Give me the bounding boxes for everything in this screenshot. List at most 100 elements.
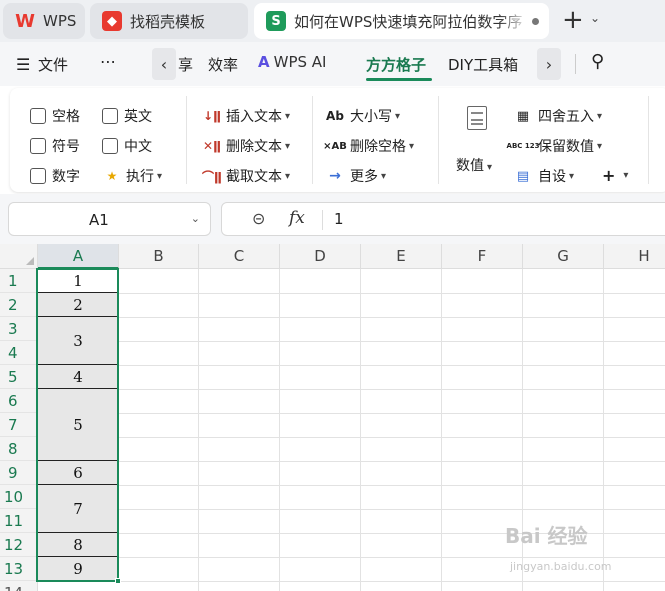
cell-a13[interactable]: 9: [38, 557, 118, 581]
cell-a9[interactable]: 6: [38, 461, 118, 485]
plus-icon: +: [602, 166, 616, 185]
triangle-icon: [26, 257, 34, 265]
row-header-3[interactable]: 3: [0, 317, 38, 341]
tab-fade: [499, 3, 529, 39]
round-button[interactable]: ▦ 四舍五入 ▾: [512, 106, 602, 126]
checkbox-icon: [30, 138, 46, 154]
more-button[interactable]: → 更多 ▾: [324, 166, 386, 186]
cell-a10-a11[interactable]: 7: [38, 485, 118, 533]
row-header-13[interactable]: 13: [0, 557, 38, 581]
case-button[interactable]: Ab 大小写 ▾: [324, 106, 400, 126]
row-header-11[interactable]: 11: [0, 509, 38, 533]
menu-file[interactable]: 文件: [38, 54, 68, 75]
gridline: [38, 365, 665, 366]
row-header-7[interactable]: 7: [0, 413, 38, 437]
extract-text-icon: ⌒ǁ: [202, 169, 222, 184]
scroll-left-button[interactable]: ‹: [152, 48, 176, 80]
insert-text-icon: ↓ǁ: [203, 109, 221, 123]
remove-space-button[interactable]: ×AB 删除空格 ▾: [323, 136, 414, 156]
column-header-a[interactable]: A: [38, 244, 119, 269]
fill-handle[interactable]: [115, 578, 121, 584]
search-icon[interactable]: ⚲: [591, 51, 604, 72]
chevron-down-icon: ▾: [157, 170, 163, 182]
checkbox-symbol[interactable]: 符号: [30, 136, 80, 156]
cell-a3-a4[interactable]: 3: [38, 317, 118, 365]
value-button[interactable]: 数值 ▾: [456, 102, 502, 182]
gridline: [38, 437, 665, 438]
star-icon: ★: [106, 169, 118, 183]
row-header-8[interactable]: 8: [0, 437, 38, 461]
row-header-5[interactable]: 5: [0, 365, 38, 389]
chevron-down-icon: ▾: [569, 170, 575, 182]
column-header-g[interactable]: G: [523, 244, 604, 269]
formula-input[interactable]: ⊝ fx 1: [221, 202, 665, 236]
checkbox-icon: [30, 168, 46, 184]
more-dots-icon[interactable]: ⋯: [100, 52, 118, 71]
checkbox-space[interactable]: 空格: [30, 106, 80, 126]
checkbox-icon: [102, 138, 118, 154]
scroll-right-button[interactable]: ›: [537, 48, 561, 80]
checkbox-number[interactable]: 数字: [30, 166, 80, 186]
checkbox-english[interactable]: 英文: [102, 106, 152, 126]
zoom-formula-icon[interactable]: ⊝: [252, 209, 265, 228]
cell-a2[interactable]: 2: [38, 293, 118, 317]
tab-active-document[interactable]: S 如何在WPS快速填充阿拉伯数字序: [254, 3, 549, 39]
extract-text-button[interactable]: ⌒ǁ 截取文本 ▾: [202, 166, 290, 186]
menu-efficiency[interactable]: 效率: [208, 54, 238, 75]
column-header-b[interactable]: B: [119, 244, 199, 269]
menu-share[interactable]: 享: [178, 54, 193, 75]
tab-label: WPS: [43, 12, 77, 30]
hamburger-icon[interactable]: ☰: [16, 55, 30, 74]
execute-label: 执行: [126, 169, 154, 185]
row-header-2[interactable]: 2: [0, 293, 38, 317]
tab-label: 找稻壳模板: [130, 12, 206, 31]
chevron-down-icon[interactable]: ⌄: [590, 11, 600, 25]
cell-a12[interactable]: 8: [38, 533, 118, 557]
row-header-6[interactable]: 6: [0, 389, 38, 413]
case-icon: Ab: [326, 109, 344, 123]
row-header-9[interactable]: 9: [0, 461, 38, 485]
row-header-12[interactable]: 12: [0, 533, 38, 557]
new-tab-plus-icon[interactable]: +: [562, 7, 584, 33]
checkbox-chinese[interactable]: 中文: [102, 136, 152, 156]
checkbox-label: 空格: [52, 109, 80, 125]
checkbox-label: 中文: [124, 139, 152, 155]
cell-a6-a8[interactable]: 5: [38, 389, 118, 461]
chevron-down-icon: ▾: [381, 170, 387, 182]
row-header-4[interactable]: 4: [0, 341, 38, 365]
keep-value-button[interactable]: ABC 123 保留数值 ▾: [506, 136, 603, 156]
menu-fangfang[interactable]: 方方格子: [366, 54, 426, 75]
row-header-10[interactable]: 10: [0, 485, 38, 509]
add-button[interactable]: + ▾: [602, 166, 628, 185]
row-header-1[interactable]: 1: [0, 269, 38, 293]
chevron-left-icon: ‹: [160, 54, 168, 74]
chevron-down-icon: ▾: [623, 170, 629, 181]
menu-diy-toolbox[interactable]: DIY工具箱: [448, 54, 518, 75]
button-label: 删除文本: [226, 139, 282, 155]
tab-docer-templates[interactable]: ◆ 找稻壳模板: [90, 3, 248, 39]
column-header-h[interactable]: H: [604, 244, 665, 269]
value-label: 数值 ▾: [456, 158, 493, 174]
name-box[interactable]: A1 ⌄: [8, 202, 211, 236]
abc-123-icon: ABC 123: [506, 142, 540, 150]
fx-icon[interactable]: fx: [289, 208, 305, 228]
cell-a5[interactable]: 4: [38, 365, 118, 389]
row-header-14[interactable]: 14: [0, 581, 38, 591]
column-header-e[interactable]: E: [361, 244, 442, 269]
gridline: [38, 341, 665, 342]
tab-wps-home[interactable]: W WPS: [3, 3, 85, 39]
insert-text-button[interactable]: ↓ǁ 插入文本 ▾: [202, 106, 290, 126]
checkbox-icon: [102, 108, 118, 124]
column-header-f[interactable]: F: [442, 244, 523, 269]
column-header-d[interactable]: D: [280, 244, 361, 269]
select-all-corner[interactable]: [0, 244, 38, 269]
wps-ai-menu[interactable]: A WPS AI: [258, 53, 326, 71]
gridline: [38, 581, 665, 582]
delete-text-button[interactable]: ✕ǁ 删除文本 ▾: [202, 136, 290, 156]
cell-a1[interactable]: 1: [38, 269, 118, 293]
button-label: 更多: [350, 169, 378, 185]
execute-button[interactable]: ★ 执行 ▾: [102, 166, 162, 186]
chevron-down-icon[interactable]: ⌄: [191, 212, 200, 225]
custom-button[interactable]: ▤ 自设 ▾: [512, 166, 574, 186]
column-header-c[interactable]: C: [199, 244, 280, 269]
